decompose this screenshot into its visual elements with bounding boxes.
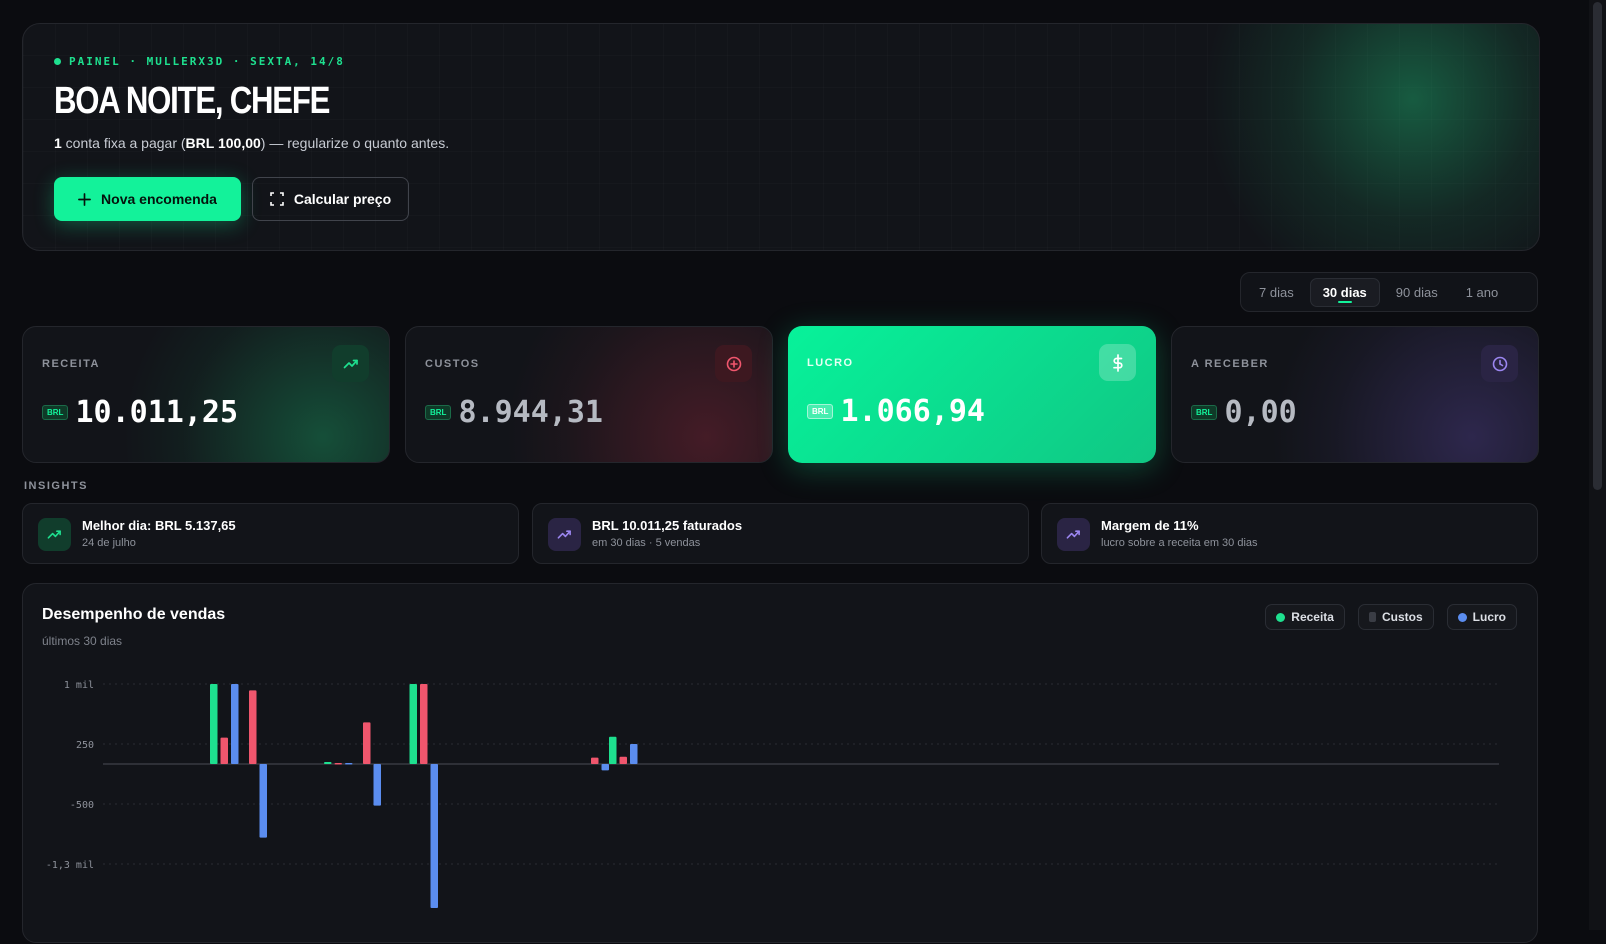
bar-receita — [609, 736, 617, 764]
bar-custos — [334, 763, 342, 765]
kpi-card-receita[interactable]: RECEITA BRL 10.011,25 — [22, 326, 390, 463]
date-range-tabs: 7 dias 30 dias 90 dias 1 ano — [1240, 272, 1538, 312]
page-title: BOA NOITE, CHEFE — [54, 80, 330, 122]
kpi-label: RECEITA — [42, 358, 100, 370]
insights-heading: INSIGHTS — [24, 480, 88, 492]
bar-lucro — [259, 764, 267, 838]
y-tick-label: 250 — [76, 740, 94, 751]
clock-icon — [1481, 345, 1518, 382]
y-tick-label: 1 mil — [64, 680, 94, 691]
bills-amount: BRL 100,00 — [185, 135, 261, 151]
kpi-label: A RECEBER — [1191, 358, 1269, 370]
kpi-value-row: BRL 0,00 — [1191, 395, 1297, 430]
kpi-card-custos[interactable]: CUSTOS BRL 8.944,31 — [405, 326, 773, 463]
bar-lucro — [231, 684, 239, 764]
insight-subtitle: lucro sobre a receita em 30 dias — [1101, 537, 1258, 549]
bar-custos — [363, 722, 371, 764]
eyebrow-text: PAINEL · MULLERX3D · SEXTA, 14/8 — [69, 55, 345, 68]
insight-title: Melhor dia: BRL 5.137,65 — [82, 518, 236, 533]
bills-text-a: conta fixa a pagar ( — [61, 135, 186, 151]
bills-count: 1 — [54, 135, 62, 151]
trending-up-icon — [1057, 518, 1090, 551]
insight-margin[interactable]: Margem de 11% lucro sobre a receita em 3… — [1041, 503, 1538, 564]
trending-up-icon — [332, 345, 369, 382]
hero-eyebrow: PAINEL · MULLERX3D · SEXTA, 14/8 — [54, 55, 345, 68]
kpi-value-row: BRL 10.011,25 — [42, 395, 238, 430]
insight-title: BRL 10.011,25 faturados — [592, 518, 743, 533]
insight-subtitle: 24 de julho — [82, 537, 136, 549]
plus-icon — [78, 192, 91, 206]
bar-receita — [210, 684, 218, 764]
insight-subtitle: em 30 dias · 5 vendas — [592, 537, 701, 549]
trending-up-icon — [548, 518, 581, 551]
kpi-card-lucro[interactable]: LUCRO BRL 1.066,94 — [788, 326, 1156, 463]
currency-badge: BRL — [1191, 405, 1218, 420]
kpi-value: 0,00 — [1224, 395, 1297, 430]
tab-90-days[interactable]: 90 dias — [1384, 279, 1450, 306]
scan-icon — [270, 192, 284, 206]
insight-revenue[interactable]: BRL 10.011,25 faturados em 30 dias · 5 v… — [532, 503, 1029, 564]
tab-1-year[interactable]: 1 ano — [1454, 279, 1511, 306]
scrollbar-thumb[interactable] — [1593, 2, 1602, 490]
kpi-value: 8.944,31 — [458, 395, 603, 430]
tab-30-days[interactable]: 30 dias — [1309, 277, 1380, 307]
kpi-value: 10.011,25 — [75, 395, 239, 430]
trending-up-icon — [38, 518, 71, 551]
hero-banner: PAINEL · MULLERX3D · SEXTA, 14/8 BOA NOI… — [22, 23, 1540, 251]
dollar-icon — [1099, 344, 1136, 381]
status-dot — [54, 58, 61, 65]
currency-badge: BRL — [42, 405, 69, 420]
kpi-value-row: BRL 8.944,31 — [425, 395, 603, 430]
bar-custos — [220, 737, 228, 764]
currency-badge: BRL — [807, 404, 834, 419]
chart-plot: 1 mil 250 -500 -1,3 mil — [46, 680, 1499, 908]
kpi-label: LUCRO — [807, 357, 854, 369]
plus-circle-icon — [715, 345, 752, 382]
bills-text-b: ) — regularize o quanto antes. — [260, 135, 450, 151]
bar-lucro — [630, 744, 638, 764]
new-order-button[interactable]: Nova encomenda — [54, 177, 241, 221]
hero-subtitle: 1 conta fixa a pagar (BRL 100,00) — regu… — [54, 135, 449, 151]
kpi-label: CUSTOS — [425, 358, 480, 370]
y-tick-label: -1,3 mil — [46, 860, 94, 871]
y-tick-label: -500 — [70, 800, 94, 811]
kpi-value: 1.066,94 — [840, 394, 985, 429]
tab-7-days[interactable]: 7 dias — [1247, 279, 1306, 306]
bar-custos — [249, 690, 257, 764]
calculate-price-button[interactable]: Calcular preço — [252, 177, 409, 221]
insight-title: Margem de 11% — [1101, 518, 1199, 533]
calculate-price-label: Calcular preço — [293, 191, 392, 207]
bar-custos — [619, 756, 627, 764]
bar-lucro — [430, 764, 438, 908]
bar-custos — [420, 684, 428, 764]
page-scrollbar[interactable] — [1589, 0, 1606, 930]
currency-badge: BRL — [425, 405, 452, 420]
bar-receita — [324, 762, 332, 764]
insight-best-day[interactable]: Melhor dia: BRL 5.137,65 24 de julho — [22, 503, 519, 564]
bar-lucro — [345, 762, 353, 765]
sales-performance-chart: Desempenho de vendas últimos 30 dias Rec… — [22, 583, 1538, 943]
bar-lucro — [373, 764, 381, 806]
bar-custos — [591, 757, 599, 764]
new-order-label: Nova encomenda — [101, 191, 217, 207]
kpi-value-row: BRL 1.066,94 — [807, 394, 985, 429]
bar-receita — [409, 684, 417, 764]
bar-lucro — [601, 764, 609, 771]
kpi-card-a-receber[interactable]: A RECEBER BRL 0,00 — [1171, 326, 1539, 463]
